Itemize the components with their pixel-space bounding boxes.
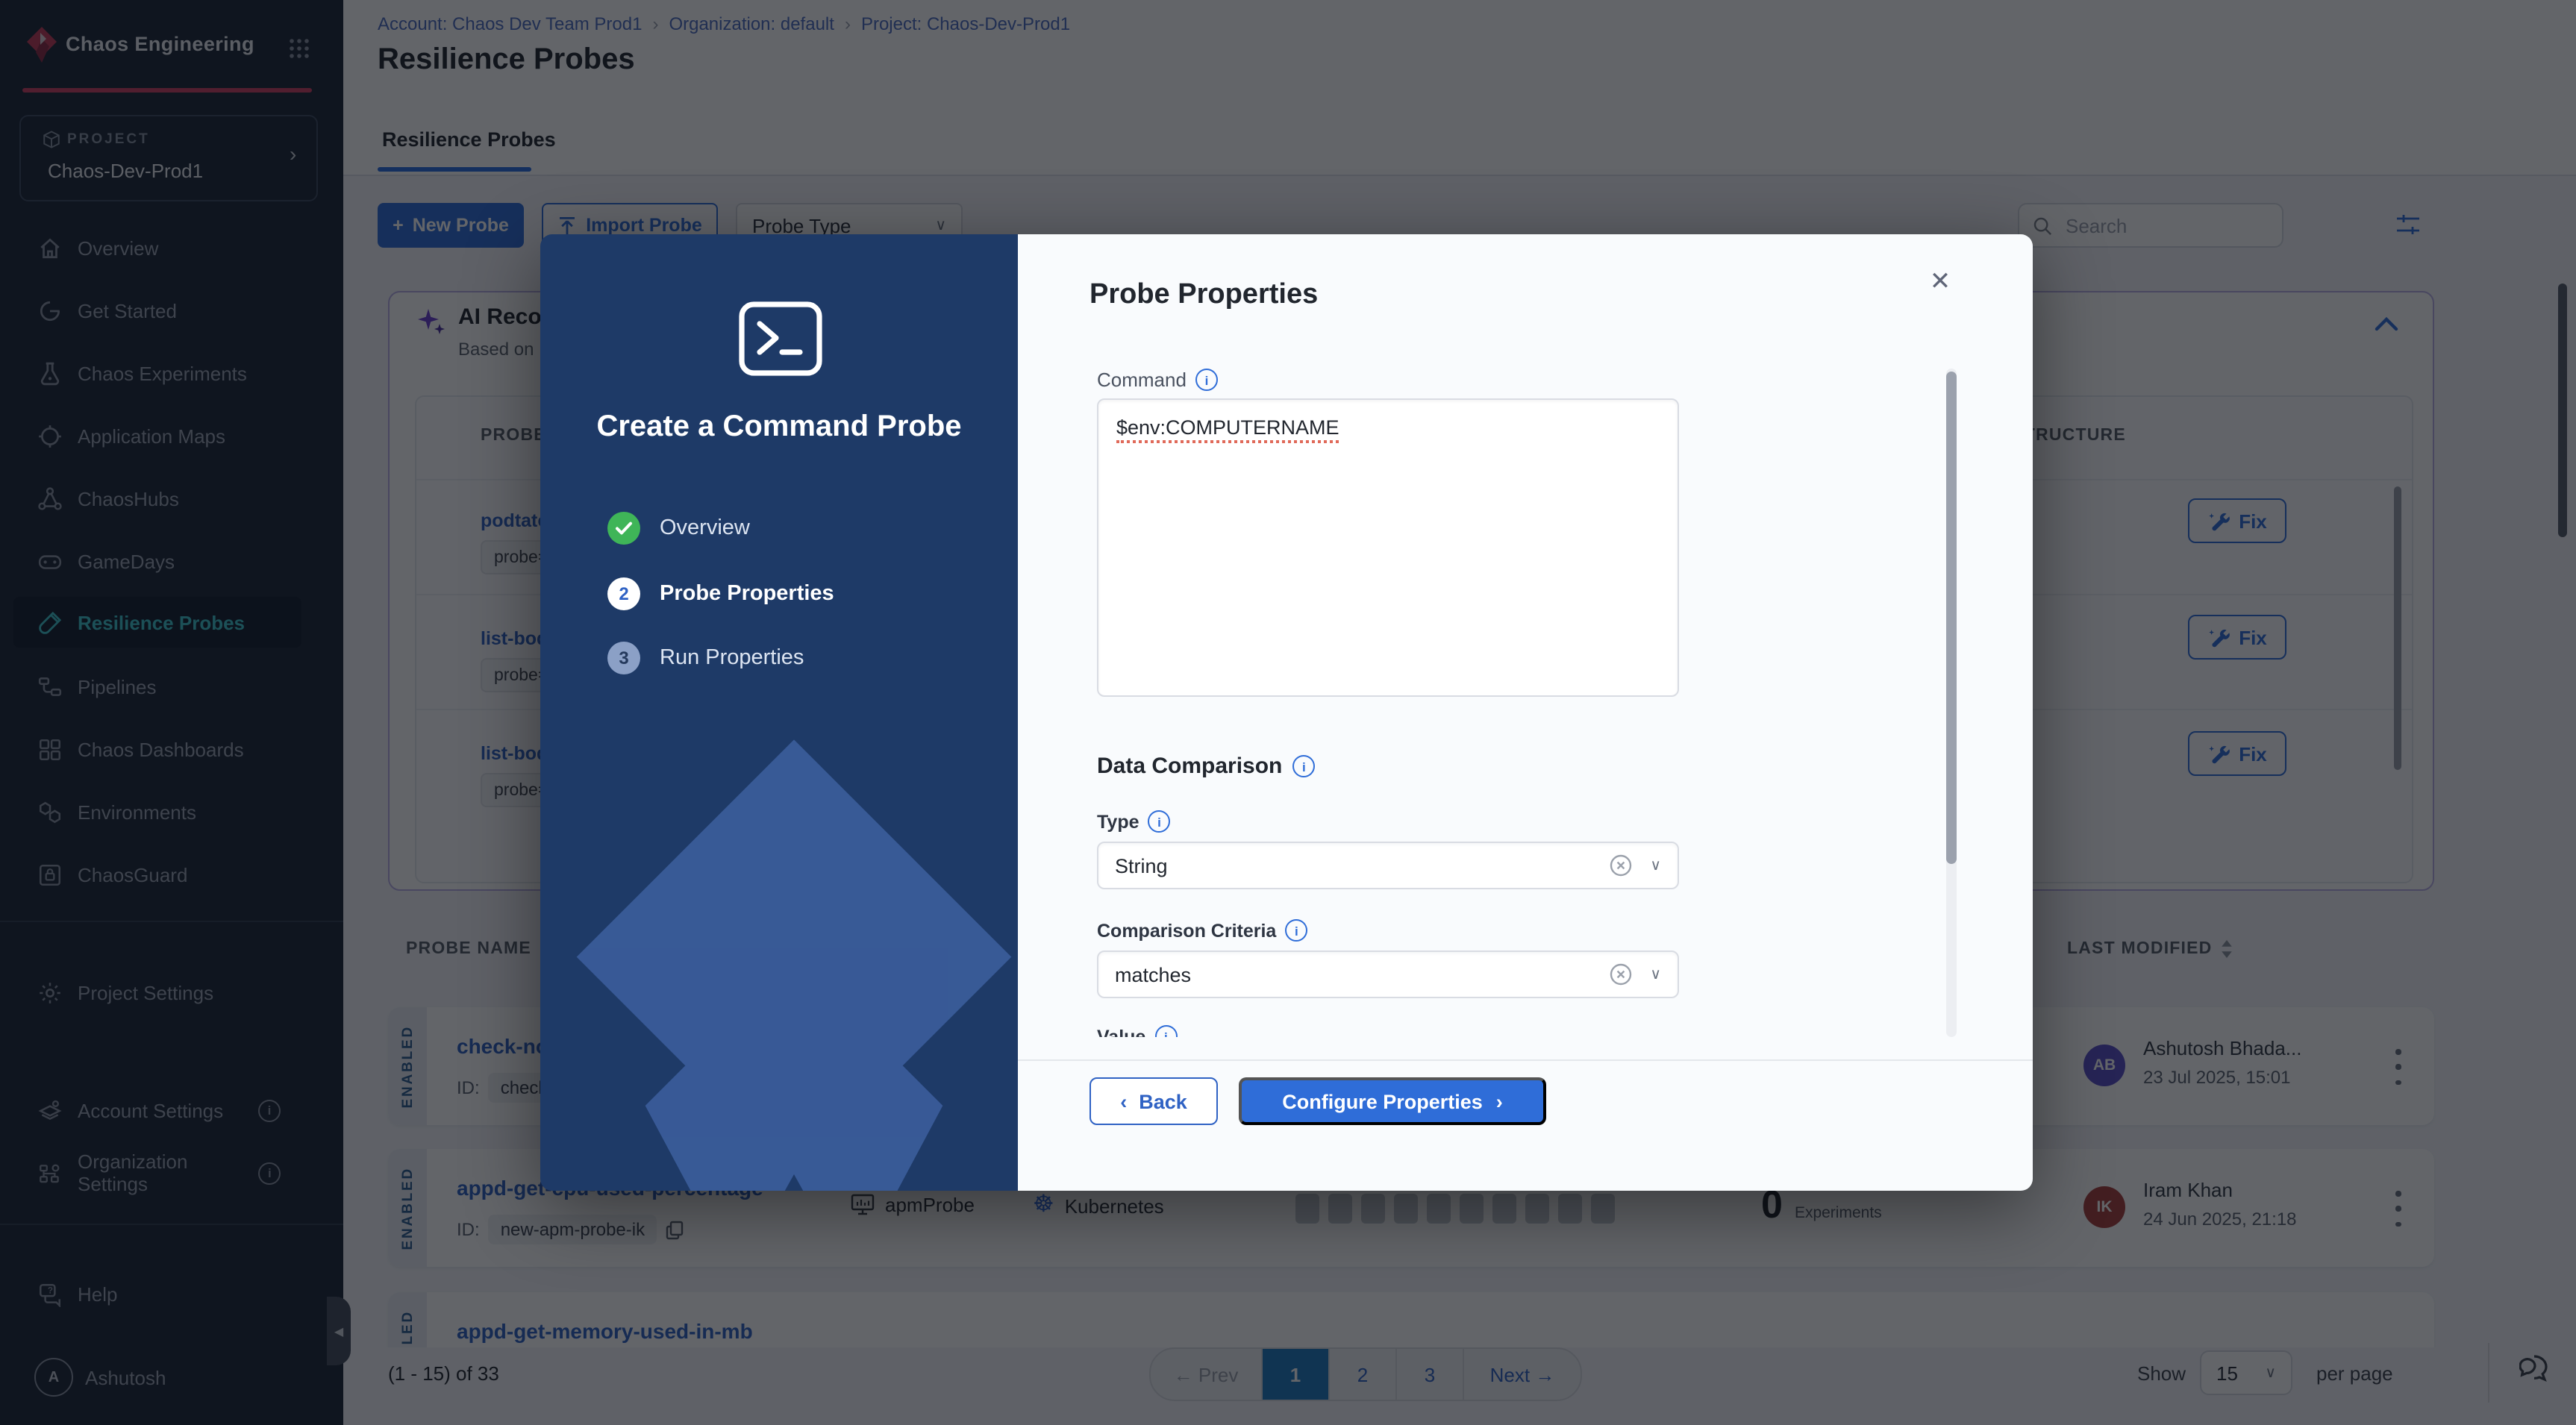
watermark-logo — [540, 727, 1018, 1191]
step-number: 2 — [607, 577, 640, 610]
close-icon[interactable]: ✕ — [1922, 264, 1958, 300]
chevron-down-icon: ∨ — [1650, 857, 1661, 874]
clear-icon[interactable] — [1608, 962, 1632, 986]
wizard-title: Create a Command Probe — [540, 410, 1018, 445]
comparison-criteria-select[interactable]: matches ∨ — [1097, 950, 1679, 998]
type-value: String — [1115, 854, 1168, 877]
modal-form-panel: ✕ Probe Properties Commandi $env:COMPUTE… — [1018, 234, 2033, 1191]
wizard-panel: Create a Command Probe Overview 2 Probe … — [540, 234, 1018, 1191]
info-icon: i — [1195, 369, 1218, 391]
info-icon: i — [1292, 755, 1315, 777]
app-window: Chaos Engineering PROJECT Chaos-Dev-Prod… — [0, 0, 2576, 1425]
modal-footer-divider — [1018, 1059, 2033, 1061]
back-chevron-icon: ‹ — [1120, 1090, 1127, 1112]
step-number: 3 — [607, 642, 640, 674]
configure-label: Configure Properties — [1282, 1090, 1483, 1112]
create-command-probe-modal: Create a Command Probe Overview 2 Probe … — [540, 234, 2033, 1191]
step-label: Overview — [660, 516, 750, 540]
back-button[interactable]: ‹ Back — [1090, 1077, 1218, 1125]
chevron-down-icon: ∨ — [1650, 966, 1661, 983]
step-label: Probe Properties — [660, 582, 834, 606]
command-textarea[interactable]: $env:COMPUTERNAME — [1097, 398, 1679, 697]
data-comparison-heading: Data Comparisoni — [1097, 754, 1315, 779]
clear-icon[interactable] — [1608, 854, 1632, 877]
step-overview[interactable]: Overview — [607, 512, 750, 545]
modal-form-content: Commandi $env:COMPUTERNAME Data Comparis… — [1018, 351, 2033, 1037]
command-value: $env:COMPUTERNAME — [1116, 416, 1339, 443]
type-select[interactable]: String ∨ — [1097, 842, 1679, 889]
step-check-icon — [607, 512, 640, 545]
criteria-value: matches — [1115, 963, 1191, 986]
forward-chevron-icon: › — [1496, 1090, 1503, 1112]
back-label: Back — [1139, 1090, 1187, 1112]
step-run-properties[interactable]: 3 Run Properties — [607, 642, 804, 674]
info-icon: i — [1285, 919, 1307, 942]
modal-scrollbar-thumb[interactable] — [1946, 372, 1957, 864]
configure-properties-button[interactable]: Configure Properties › — [1239, 1077, 1546, 1125]
type-label: Typei — [1097, 810, 1171, 833]
comparison-criteria-label: Comparison Criteriai — [1097, 919, 1307, 942]
step-probe-properties[interactable]: 2 Probe Properties — [607, 577, 834, 610]
command-label: Commandi — [1097, 369, 1218, 391]
modal-heading: Probe Properties — [1090, 279, 1318, 312]
terminal-icon — [737, 300, 824, 378]
value-label: Valuei — [1097, 1025, 1177, 1037]
info-icon: i — [1148, 810, 1171, 833]
info-icon: i — [1154, 1025, 1177, 1037]
step-label: Run Properties — [660, 646, 804, 670]
